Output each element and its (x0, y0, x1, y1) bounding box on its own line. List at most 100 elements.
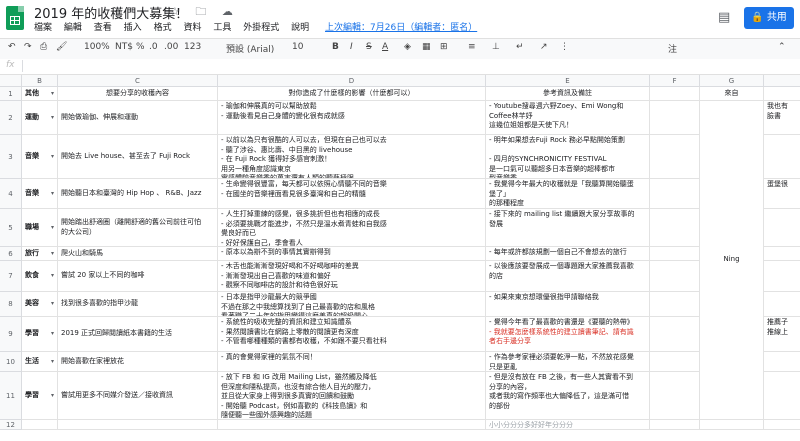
table-cell-reference[interactable]: - 每年或許都該規劃一個自己不會想去的旅行 (486, 247, 650, 261)
table-cell-impact[interactable]: - 系統性的吸收完整的資訊和建立知識體系 - 果然閱讀書比在網路上零散的閱讀更有… (218, 317, 486, 352)
menu-format[interactable]: 格式 (154, 23, 172, 33)
table-cell-h[interactable] (764, 261, 800, 292)
sheets-logo-icon[interactable] (6, 6, 24, 30)
more-formats-button[interactable]: 123 (184, 42, 201, 52)
menu-tools[interactable]: 工具 (213, 23, 231, 33)
increase-decimal-button[interactable]: .00 (164, 42, 178, 52)
menu-data[interactable]: 資料 (183, 23, 201, 33)
row-header-1[interactable]: 1 (0, 87, 22, 101)
table-cell-h[interactable]: 蛋堡很 (764, 179, 800, 209)
table-cell-category[interactable]: 生活 ▾ (22, 352, 58, 372)
table-cell-h[interactable] (764, 247, 800, 261)
select-all-corner[interactable] (0, 75, 22, 87)
table-cell-reference[interactable]: - 如果來東京想環優很指甲請聯絡我 (486, 292, 650, 317)
row-header-7[interactable]: 7 (0, 261, 22, 292)
table-cell-content[interactable]: 嘗試 20 家以上不同的咖啡 (58, 261, 218, 292)
horizontal-align-icon[interactable]: ≡ (468, 42, 476, 52)
menu-edit[interactable]: 編輯 (64, 23, 82, 33)
table-cell-reference[interactable]: - 明年如果想去Fuji Rock 務必早點開始策劃 - 四月的SYNCHRON… (486, 135, 650, 179)
fill-color-icon[interactable]: ◈ (404, 42, 411, 52)
more-tools-label[interactable]: 注 (668, 42, 677, 55)
table-cell-f[interactable] (650, 101, 700, 135)
column-header-D[interactable]: D (218, 75, 486, 87)
paint-format-icon[interactable]: 🖌 (56, 42, 67, 52)
row-header-12[interactable]: 12 (0, 420, 22, 430)
table-cell-content[interactable]: 爬火山和騎馬 (58, 247, 218, 261)
row-header-2[interactable]: 2 (0, 101, 22, 135)
table-cell-content[interactable]: 開始做瑜伽、伸展和運動 (58, 101, 218, 135)
table-cell-content[interactable]: 找到很多喜歡的指甲沙龍 (58, 292, 218, 317)
column-header-F[interactable]: F (650, 75, 700, 87)
last-edit-link[interactable]: 上次編輯：7月26日（編輯者：匿名） (325, 23, 477, 33)
table-cell-partial[interactable] (22, 420, 58, 430)
share-button[interactable]: 🔒 共用 (744, 7, 794, 29)
table-cell-partial[interactable] (700, 420, 764, 430)
column-header-E[interactable]: E (486, 75, 650, 87)
bold-button[interactable]: B (332, 42, 339, 52)
menu-help[interactable]: 說明 (291, 23, 309, 33)
column-header-C[interactable]: C (58, 75, 218, 87)
vertical-align-icon[interactable]: ⊥ (492, 42, 500, 52)
table-cell-category[interactable]: 學習 ▾ (22, 317, 58, 352)
table-cell-f[interactable] (650, 247, 700, 261)
table-cell-h[interactable] (764, 209, 800, 247)
table-cell-category[interactable]: 美容 ▾ (22, 292, 58, 317)
table-cell-content[interactable]: 2019 正式回歸閱讀紙本書籍的生活 (58, 317, 218, 352)
collapse-toolbar-icon[interactable]: ⌃ (778, 42, 786, 52)
column-header-G[interactable]: G (700, 75, 764, 87)
table-cell-impact[interactable]: - 日本是指甲沙龍最大的競爭國 不過在那之中我總算找到了自己最喜歡的店和風格 看… (218, 292, 486, 317)
table-cell-impact[interactable]: - 瑜伽和伸展真的可以幫助放鬆 - 運動後看見自己身體的變化很有成就感 (218, 101, 486, 135)
table-cell-category[interactable]: 運動 ▾ (22, 101, 58, 135)
dropdown-arrow-icon[interactable]: ▾ (51, 89, 54, 99)
table-cell-category[interactable]: 音樂 ▾ (22, 179, 58, 209)
row-header-3[interactable]: 3 (0, 135, 22, 179)
table-cell-category[interactable]: 音樂 ▾ (22, 135, 58, 179)
table-cell-f[interactable] (650, 209, 700, 247)
table-cell-reference-partial[interactable]: 小小分分分多好好年分分分 (486, 420, 650, 430)
table-cell-reference[interactable]: - 我覺得今年最大的收穫就是「我聽算開始聽蛋 堡了」 的那種程度 (486, 179, 650, 209)
table-cell-h[interactable]: 推薦子 推線上 (764, 317, 800, 352)
table-cell-reference[interactable]: - 但是沒有放在 FB 之後，有一些人其實看不到 分享的內容， 或者我的寫作頻率… (486, 372, 650, 420)
zoom-select[interactable]: 100% (84, 42, 110, 52)
table-cell-h[interactable] (764, 352, 800, 372)
text-color-button[interactable]: A (382, 42, 388, 52)
table-cell-f[interactable] (650, 352, 700, 372)
decrease-decimal-button[interactable]: .0 (149, 42, 158, 52)
column-header-h[interactable] (764, 75, 800, 87)
table-cell-reference[interactable]: - 以後應該要發展成一個專題跟大家推薦我喜歡 的店 (486, 261, 650, 292)
table-cell-content[interactable]: 開始踏出舒適圈（離開舒適的舊公司前往可怕 的大公司） (58, 209, 218, 247)
table-cell-partial[interactable] (764, 420, 800, 430)
table-cell-impact[interactable]: - 真的會覺得家裡的氣氛不同！ (218, 352, 486, 372)
header-cell-content[interactable]: 想要分享的收穫內容 (58, 87, 218, 101)
table-cell-content[interactable]: 開始去 Live house、甚至去了 Fuji Rock (58, 135, 218, 179)
undo-icon[interactable]: ↶ (8, 42, 16, 52)
borders-icon[interactable]: ▦ (422, 42, 431, 52)
table-cell-impact[interactable]: - 以前以為只有很酷的人可以去，但現在自己也可以去 - 聽了涉谷、惠比壽、中目黑… (218, 135, 486, 179)
header-cell-from[interactable]: 來自 (700, 87, 764, 101)
row-header-9[interactable]: 9 (0, 317, 22, 352)
table-cell-h[interactable] (764, 372, 800, 420)
header-cell-impact[interactable]: 對你造成了什麼樣的影響（什麼都可以） (218, 87, 486, 101)
table-cell-f[interactable] (650, 292, 700, 317)
dropdown-arrow-icon[interactable]: ▾ (51, 189, 54, 199)
italic-button[interactable]: I (350, 42, 353, 52)
table-cell-f[interactable] (650, 135, 700, 179)
merge-cells-icon[interactable]: ⊞ (440, 42, 448, 52)
percent-button[interactable]: % (136, 42, 145, 52)
table-cell-reference[interactable]: - 接下來的 mailing list 繼續跟大家分享故事的 發展 (486, 209, 650, 247)
table-cell-reference[interactable]: - 覺得今年看了最喜歡的書還是《要聽的熱帶》 - 我就要怎麼樣系統性的建立讀書筆記… (486, 317, 650, 352)
text-wrap-icon[interactable]: ↵ (516, 42, 524, 52)
table-cell-category[interactable]: 職場 ▾ (22, 209, 58, 247)
menu-file[interactable]: 檔案 (34, 23, 52, 33)
comment-icon[interactable]: ▤ (718, 10, 736, 26)
header-cell-h[interactable] (764, 87, 800, 101)
table-cell-impact[interactable]: - 木舌也能漸漸發現好喝和不好喝咖啡的差異 - 漸漸發現出自己喜歡的味道和偏好 … (218, 261, 486, 292)
redo-icon[interactable]: ↷ (24, 42, 32, 52)
table-cell-f[interactable] (650, 261, 700, 292)
table-cell-impact[interactable]: - 人生打掉重練的感覺，很多挑折但也有相應的成長 - 必須要挑戰才能進步，不然只… (218, 209, 486, 247)
table-cell-impact[interactable]: - 原本以為辦不到的事情其實辦得到 (218, 247, 486, 261)
more-icon[interactable]: ⋮ (560, 42, 569, 52)
table-cell-partial[interactable] (218, 420, 486, 430)
table-cell-category[interactable]: 學習 ▾ (22, 372, 58, 420)
column-header-B[interactable]: B (22, 75, 58, 87)
